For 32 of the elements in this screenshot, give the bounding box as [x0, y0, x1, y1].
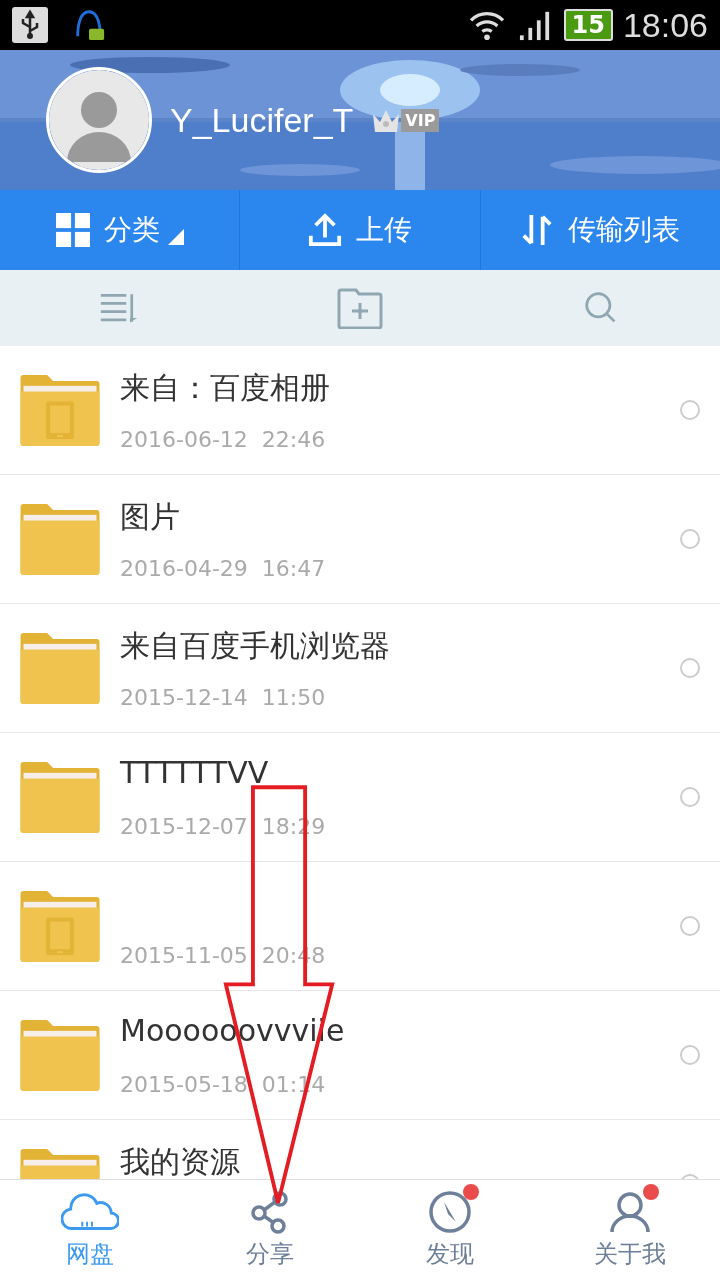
- grid-icon: [55, 213, 90, 247]
- select-radio[interactable]: [680, 529, 700, 549]
- wifi-icon: [467, 9, 506, 41]
- folder-icon: [20, 1018, 100, 1092]
- folder-name: 来自：百度相册: [120, 369, 331, 407]
- dropdown-triangle-icon: [167, 229, 184, 245]
- folder-icon: [20, 760, 100, 834]
- select-radio[interactable]: [680, 658, 700, 678]
- folder-name: 图片: [120, 498, 181, 536]
- folder-date: 2015-12-14 11:50: [120, 685, 327, 710]
- folder-icon: [20, 502, 100, 576]
- folder-name: 我的资源: [120, 1143, 241, 1179]
- status-time: 18:06: [622, 5, 708, 45]
- phone-folder-icon: [20, 373, 100, 447]
- select-radio[interactable]: [680, 1045, 700, 1065]
- sort-icon[interactable]: [98, 291, 139, 325]
- folder-name: TTTTTTVV: [120, 755, 270, 790]
- upload-icon: [308, 213, 342, 247]
- vip-badge: VIP: [371, 106, 440, 134]
- folder-date: 2016-04-29 16:47: [120, 556, 327, 581]
- avatar[interactable]: [46, 67, 152, 173]
- folder-icon: [20, 631, 100, 705]
- battery-level: 15: [563, 9, 613, 41]
- phone-folder-icon: [20, 889, 100, 963]
- new-folder-icon[interactable]: [336, 287, 384, 329]
- usb-icon: [12, 7, 48, 43]
- username: Y_Lucifer_T: [170, 100, 354, 140]
- select-radio[interactable]: [680, 787, 700, 807]
- select-radio[interactable]: [680, 400, 700, 420]
- folder-name: 来自百度手机浏览器: [120, 627, 391, 665]
- folder-date: 2016-06-12 22:46: [120, 427, 327, 452]
- select-radio[interactable]: [680, 916, 700, 936]
